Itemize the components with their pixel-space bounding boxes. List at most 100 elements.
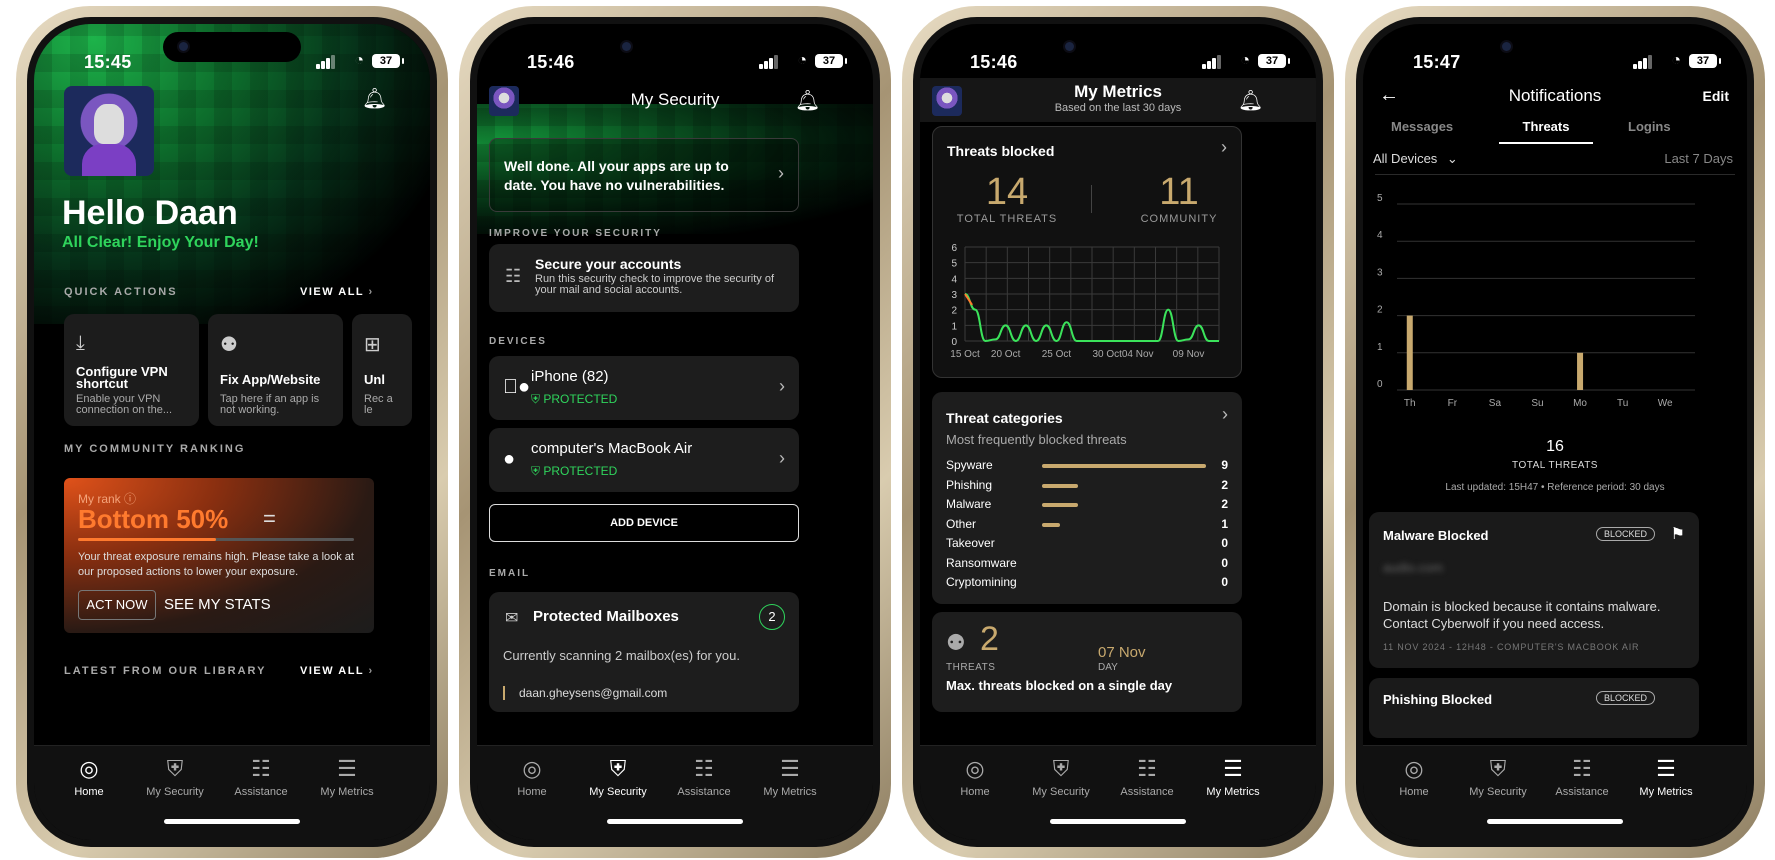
device-iphone[interactable]: ● iPhone (82) ⛨ PROTECTED › bbox=[489, 356, 799, 420]
quick-action-third[interactable]: ⊞ Unl Rec a le bbox=[352, 314, 412, 426]
wifi-icon: ◔ bbox=[797, 52, 807, 69]
tab-my-security[interactable]: ⛨ My Security bbox=[130, 756, 220, 798]
quick-action-desc: Enable your VPN connection on the... bbox=[76, 393, 173, 416]
last-updated: Last updated: 15H47 • Reference period: … bbox=[1445, 482, 1665, 493]
total-threats-label: TOTAL THREATS bbox=[956, 213, 1058, 225]
home-indicator bbox=[1050, 819, 1186, 824]
quick-actions-view-all[interactable]: VIEW ALL › bbox=[300, 286, 374, 298]
category-row: Ransomware 0 bbox=[946, 556, 1228, 572]
threats-blocked-card[interactable]: Threats blocked › 14 TOTAL THREATS 11 CO… bbox=[932, 126, 1242, 378]
tab-assistance[interactable]: ☷ Assistance bbox=[216, 756, 306, 798]
tab-home[interactable]: ◎ Home bbox=[1369, 756, 1459, 798]
secure-accounts-card[interactable]: ☷ Secure your accounts Run this security… bbox=[489, 244, 799, 312]
status-time: 15:45 bbox=[84, 52, 132, 72]
y-tick-label: 1 bbox=[951, 321, 957, 332]
y-tick-label: 6 bbox=[951, 243, 957, 254]
rank-card[interactable]: My rank ⓘ Bottom 50% = Your threat expos… bbox=[64, 478, 374, 633]
device-name: computer's MacBook Air bbox=[531, 440, 693, 457]
quick-action-configure-vpn[interactable]: ⤓ Configure VPN shortcut Enable your VPN… bbox=[64, 314, 199, 426]
tab-home[interactable]: ◎ Home bbox=[44, 756, 134, 798]
x-tick-label: Mo bbox=[1573, 398, 1587, 409]
tab-my-security[interactable]: ⛨ My Security bbox=[573, 756, 663, 798]
device-macbook[interactable]: ● computer's MacBook Air ⛨ PROTECTED › bbox=[489, 428, 799, 492]
x-tick-label: Tu bbox=[1617, 398, 1628, 409]
tab-messages[interactable]: Messages bbox=[1391, 119, 1453, 134]
tab-my-metrics[interactable]: ☰ My Metrics bbox=[745, 756, 835, 798]
tab-my-metrics[interactable]: ☰ My Metrics bbox=[302, 756, 392, 798]
flag-icon[interactable]: ⚑ bbox=[1671, 524, 1685, 544]
clipboard-icon: ☰ bbox=[337, 756, 357, 781]
add-device-button[interactable]: ADD DEVICE bbox=[489, 504, 799, 542]
status-time: 15:46 bbox=[970, 52, 1018, 72]
category-row: Takeover 0 bbox=[946, 536, 1228, 552]
tab-assistance[interactable]: ☷ Assistance bbox=[1102, 756, 1192, 798]
home-screen: 15:45 ◔ 37 🔔︎ Hello Daan All Clear! Enjo… bbox=[34, 24, 430, 840]
see-my-stats-link[interactable]: SEE MY STATS bbox=[164, 596, 271, 613]
community-value: 11 bbox=[1159, 171, 1199, 213]
categories-title: Threat categories bbox=[946, 410, 1063, 426]
x-tick-label: Fr bbox=[1448, 398, 1458, 409]
tab-home[interactable]: ◎ Home bbox=[487, 756, 577, 798]
signal-icon bbox=[1202, 55, 1222, 69]
notification-card-malware[interactable]: Malware Blocked BLOCKED ⚑ audio.com Doma… bbox=[1369, 512, 1699, 668]
protected-mailboxes-card[interactable]: ✉ Protected Mailboxes 2 Currently scanni… bbox=[489, 592, 799, 712]
category-name: Ransomware bbox=[946, 555, 1017, 570]
divider bbox=[1091, 185, 1092, 213]
tab-my-metrics[interactable]: ☰ My Metrics bbox=[1188, 756, 1278, 798]
bar bbox=[1577, 352, 1584, 390]
device-filter-dropdown[interactable]: All Devices ⌄ bbox=[1373, 151, 1458, 167]
max-threats-card[interactable]: ⚉ 2 THREATS 07 Nov DAY Max. threats bloc… bbox=[932, 612, 1242, 712]
library-view-all[interactable]: VIEW ALL › bbox=[300, 665, 374, 677]
quick-action-desc: Tap here if an app is not working. bbox=[220, 393, 320, 416]
blocked-badge: BLOCKED bbox=[1595, 691, 1655, 705]
period-filter[interactable]: Last 7 Days bbox=[1664, 151, 1733, 166]
bell-icon[interactable]: 🔔︎ bbox=[1238, 88, 1263, 113]
status-time: 15:47 bbox=[1413, 52, 1461, 72]
category-name: Phishing bbox=[946, 477, 993, 492]
tab-threats[interactable]: Threats bbox=[1499, 119, 1593, 144]
mailboxes-title: Protected Mailboxes bbox=[533, 608, 679, 625]
category-name: Cryptomining bbox=[946, 575, 1017, 589]
bell-icon[interactable]: 🔔︎ bbox=[795, 88, 820, 113]
max-threats-title: Max. threats blocked on a single day bbox=[946, 678, 1173, 693]
category-row: Spyware 9 bbox=[946, 458, 1228, 474]
y-tick-label: 5 bbox=[1377, 193, 1383, 204]
y-tick-label: 1 bbox=[1377, 342, 1383, 353]
tab-assistance[interactable]: ☷ Assistance bbox=[659, 756, 749, 798]
threats-line-chart: 0 1 2 3 4 5 6 15 Oct 20 Oct 25 Oct 30 Oct 04 Nov 09 … bbox=[950, 243, 1220, 360]
notification-domain: audio.com bbox=[1383, 560, 1443, 575]
vulnerability-banner[interactable]: Well done. All your apps are up to date.… bbox=[489, 138, 799, 212]
y-tick-label: 3 bbox=[951, 290, 957, 301]
categories-subtitle: Most frequently blocked threats bbox=[946, 432, 1127, 447]
threat-categories-card[interactable]: Threat categories › Most frequently bloc… bbox=[932, 392, 1242, 604]
act-now-button[interactable]: ACT NOW bbox=[78, 590, 156, 620]
tab-logins[interactable]: Logins bbox=[1628, 119, 1671, 134]
notification-card-phishing[interactable]: Phishing Blocked BLOCKED bbox=[1369, 678, 1699, 738]
chevron-right-icon: › bbox=[1221, 137, 1227, 157]
category-value: 9 bbox=[1221, 458, 1228, 472]
tab-home[interactable]: ◎ Home bbox=[930, 756, 1020, 798]
tab-my-metrics[interactable]: ☰ My Metrics bbox=[1621, 756, 1711, 798]
y-tick-label: 4 bbox=[951, 274, 957, 285]
apple-icon: ● bbox=[503, 376, 530, 398]
tab-assistance[interactable]: ☷ Assistance bbox=[1537, 756, 1627, 798]
greeting: Hello Daan bbox=[62, 194, 238, 232]
chat-icon: ☷ bbox=[251, 756, 271, 781]
shield-icon: ⛨ bbox=[166, 756, 184, 781]
clipboard-icon: ☰ bbox=[1656, 756, 1676, 781]
chevron-right-icon: › bbox=[1222, 404, 1228, 424]
avatar[interactable] bbox=[64, 86, 154, 176]
quick-action-fix-app[interactable]: ⚉ Fix App/Website Tap here if an app is … bbox=[208, 314, 343, 426]
tab-my-security[interactable]: ⛨ My Security bbox=[1453, 756, 1543, 798]
category-value: 2 bbox=[1221, 477, 1228, 492]
mailboxes-desc: Currently scanning 2 mailbox(es) for you… bbox=[503, 648, 740, 663]
tab-my-security[interactable]: ⛨ My Security bbox=[1016, 756, 1106, 798]
max-threats-value: 2 bbox=[980, 620, 999, 658]
bell-icon[interactable]: 🔔︎ bbox=[362, 86, 387, 111]
notifications-screen: 15:47 ◔ 37 ← Notifications Edit Messages… bbox=[1363, 24, 1747, 840]
edit-button[interactable]: Edit bbox=[1703, 88, 1729, 104]
x-tick-label: 15 Oct bbox=[950, 349, 980, 360]
equal-icon: = bbox=[263, 506, 276, 531]
quick-action-desc: Rec a le bbox=[364, 393, 393, 416]
signal-icon bbox=[1633, 55, 1653, 69]
